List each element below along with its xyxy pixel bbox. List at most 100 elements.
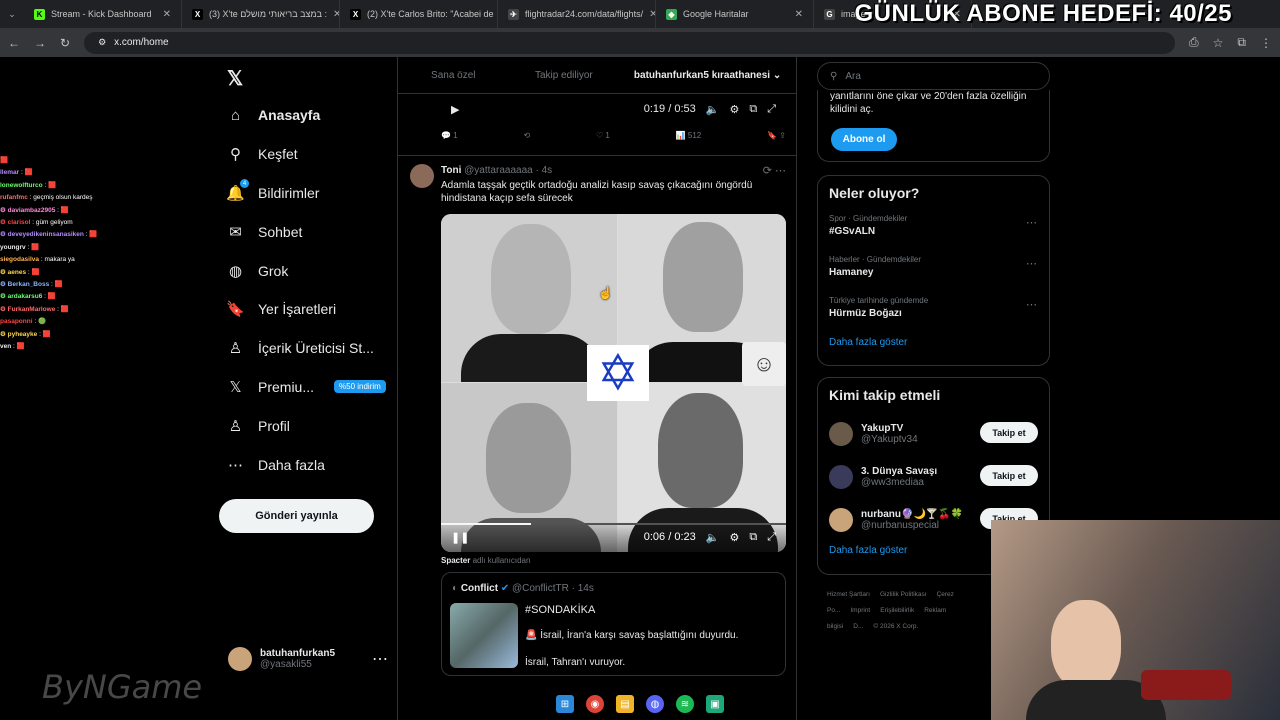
chat-text: : 🟥 (57, 206, 69, 214)
view-count: 512 (687, 131, 702, 140)
forward-icon[interactable]: → (34, 36, 46, 50)
chat-text: : 🟥 (85, 231, 98, 239)
x-logo-icon[interactable]: 𝕏 (227, 66, 243, 91)
trend-item[interactable]: Spor · Gündemdekiler #GSvALN ⋯ (818, 210, 1049, 251)
browser-tab[interactable]: ◆ Google Haritalar ✕ (656, 0, 814, 28)
nav-item-search[interactable]: ⚲ Keşfet (218, 135, 398, 174)
search-input[interactable]: ⚲ Ara (817, 62, 1050, 90)
chat-text: : makara ya (40, 256, 75, 264)
site-info-icon[interactable]: ⚙ (98, 37, 106, 48)
footer-link[interactable]: © 2026 X Corp. (873, 623, 918, 630)
settings-icon[interactable]: ⚙ (729, 531, 739, 544)
chat-text: 🟥 (0, 157, 9, 164)
tweet-author[interactable]: Toni (441, 165, 461, 176)
tab-following[interactable]: Takip ediliyor (509, 70, 620, 81)
footer-link[interactable]: D... (853, 623, 863, 630)
quote-author[interactable]: Conflict (461, 583, 498, 594)
follow-button[interactable]: Takip et (980, 465, 1038, 486)
quoted-tweet[interactable]: ◐ Conflict ✔ @ConflictTR · 14s #SONDAKİK… (441, 572, 786, 676)
nav-item-bell[interactable]: 🔔 4 Bildirimler (218, 174, 398, 213)
close-icon[interactable]: ✕ (649, 9, 655, 20)
quote-header: ◐ Conflict ✔ @ConflictTR · 14s (452, 583, 594, 594)
tab-list-icon[interactable]: ⌄ (0, 0, 24, 28)
quote-hashtag[interactable]: #SONDAKİKA (525, 604, 595, 616)
tab-favicon-icon: K (34, 8, 45, 20)
more-icon[interactable]: ⋯ (1026, 257, 1037, 270)
retweet-button[interactable]: ⟲ (523, 131, 530, 140)
url-text: x.com/home (114, 37, 169, 48)
nav-item-x-logo[interactable]: 𝕏 Premiu... %50 indirim (218, 368, 398, 407)
close-icon[interactable]: ✕ (795, 9, 803, 20)
menu-icon[interactable]: ⋮ (1260, 36, 1272, 50)
subscribe-button[interactable]: Abone ol (831, 128, 897, 151)
chrome-icon[interactable]: ◉ (586, 695, 604, 713)
bookmark-icon[interactable]: 🔖 ⇪ (767, 131, 786, 140)
tweet[interactable]: Toni @yattaraaaaaa · 4s ⟳ ⋯ Adamla taşşa… (398, 155, 796, 715)
reply-button[interactable]: 💬 1 (441, 131, 458, 140)
more-icon[interactable]: ⋯ (1026, 298, 1037, 311)
trend-item[interactable]: Haberler · Gündemdekiler Hamaney ⋯ (818, 251, 1049, 292)
like-button[interactable]: ♡ 1 (596, 131, 610, 140)
windows-start-icon[interactable]: ⊞ (556, 695, 574, 713)
file-explorer-icon[interactable]: ▤ (616, 695, 634, 713)
browser-tab[interactable]: K Stream - Kick Dashboard ✕ (24, 0, 182, 28)
footer-link[interactable]: Hizmet Şartları (827, 591, 870, 598)
close-icon[interactable]: ✕ (163, 9, 171, 20)
back-icon[interactable]: ← (8, 36, 20, 50)
nav-item-grok[interactable]: ◍ Grok (218, 251, 398, 290)
nav-item-creator[interactable]: ♙ İçerik Üreticisi St... (218, 329, 398, 368)
fullscreen-icon[interactable]: ⤢ (767, 531, 776, 544)
more-icon[interactable]: ⟳ ⋯ (763, 164, 786, 177)
spotify-icon[interactable]: ≋ (676, 695, 694, 713)
nav-label: Bildirimler (258, 184, 320, 201)
close-icon[interactable]: ✕ (333, 9, 339, 20)
discord-icon[interactable]: ◍ (646, 695, 664, 713)
pip-icon[interactable]: ⧉ (749, 531, 757, 544)
tab-for-you[interactable]: Sana özel (398, 70, 509, 81)
play-icon[interactable]: ▶ (451, 103, 459, 116)
browser-tab[interactable]: X(2) X'te Carlos Brito: "Acabei de✕ (340, 0, 498, 28)
volume-icon[interactable]: 🔈 (706, 103, 720, 116)
more-icon[interactable]: ⋯ (1026, 216, 1037, 229)
extensions-icon[interactable]: ⧉ (1237, 35, 1246, 50)
nav-label: Daha fazla (258, 456, 325, 473)
footer-link[interactable]: Imprint (850, 607, 870, 614)
post-button[interactable]: Gönderi yayınla (219, 499, 374, 533)
avatar[interactable] (410, 164, 434, 188)
settings-icon[interactable]: ⚙ (729, 103, 739, 116)
avatar[interactable] (829, 464, 853, 489)
avatar[interactable] (829, 421, 853, 446)
nav-item-mail[interactable]: ✉ Sohbet (218, 212, 398, 251)
nav-item-profile[interactable]: ♙ Profil (218, 406, 398, 445)
chat-message: ⚙ daviambaz2905 : 🟥 (0, 205, 120, 217)
follow-button[interactable]: Takip et (980, 422, 1038, 443)
star-icon[interactable]: ☆ (1213, 36, 1224, 50)
trend-item[interactable]: Türkiye tarihinde gündemde Hürmüz Boğazı ⋯ (818, 292, 1049, 333)
footer-link[interactable]: Gizlilik Politikası (880, 591, 927, 598)
views-button[interactable]: 📊 512 (676, 131, 702, 140)
tab-community[interactable]: batuhanfurkan5 kıraathanesi ⌄ (619, 70, 796, 81)
follow-suggestion[interactable]: 3. Dünya Savaşı @ww3mediaa Takip et (818, 455, 1049, 498)
tweet-video[interactable]: ✡ ☺ ☝ ❚❚ 0:06 / 0:23 🔈 ⚙ ⧉ ⤢ (441, 214, 786, 552)
account-switcher[interactable]: batuhanfurkan5 @yasakli55 ⋯ (228, 644, 388, 674)
trend-name: Hamaney (829, 267, 874, 278)
pip-icon[interactable]: ⧉ (749, 103, 757, 116)
install-icon[interactable]: ⎙ (1189, 35, 1199, 50)
nav-item-bookmark[interactable]: 🔖 Yer İşaretleri (218, 290, 398, 329)
reload-icon[interactable]: ↻ (60, 36, 70, 50)
trends-show-more[interactable]: Daha fazla göster (818, 333, 1049, 352)
volume-icon[interactable]: 🔈 (706, 531, 720, 544)
browser-tab[interactable]: ✈ flightradar24.com/data/flights/ ✕ (498, 0, 656, 28)
browser-tab[interactable]: X (3) X'te במצב בריאותי מושלם : ✕ (182, 0, 340, 28)
url-field[interactable]: ⚙ x.com/home (84, 31, 1176, 54)
follow-suggestion[interactable]: YakupTV @Yakuptv34 Takip et (818, 412, 1049, 455)
fullscreen-icon[interactable]: ⤢ (767, 103, 776, 116)
spacer-name[interactable]: Spacter (441, 556, 470, 565)
app-icon[interactable]: ▣ (706, 695, 724, 713)
more-icon[interactable]: ⋯ (372, 649, 388, 669)
footer-link[interactable]: Erişilebilirlik (880, 607, 914, 614)
avatar[interactable] (829, 507, 853, 532)
pause-icon[interactable]: ❚❚ (451, 531, 469, 544)
nav-item-more[interactable]: ⋯ Daha fazla (218, 445, 398, 484)
nav-item-home[interactable]: ⌂ Anasayfa (218, 96, 398, 135)
